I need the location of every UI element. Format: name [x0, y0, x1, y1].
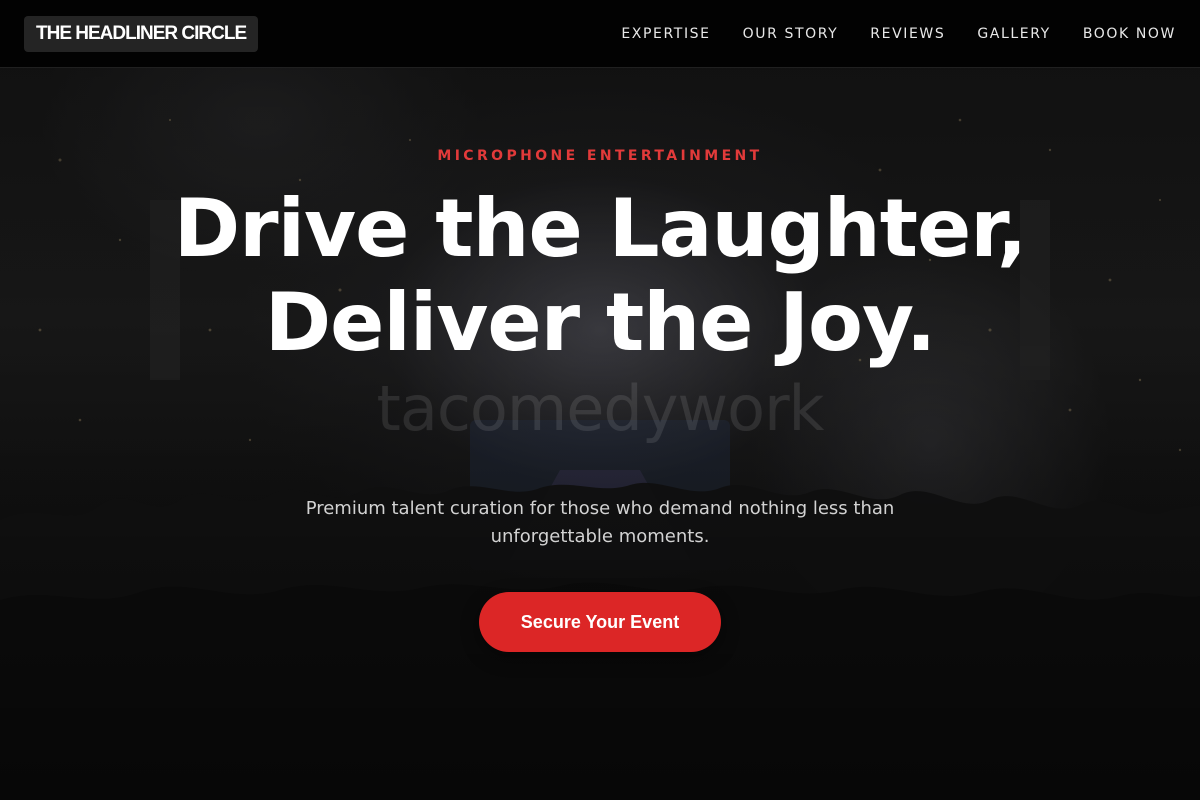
primary-nav: EXPERTISE OUR STORY REVIEWS GALLERY BOOK… — [621, 0, 1176, 68]
hero-subtitle: Premium talent curation for those who de… — [305, 498, 895, 547]
hero-eyebrow: MICROPHONE ENTERTAINMENT — [437, 148, 763, 164]
secure-your-event-button[interactable]: Secure Your Event — [479, 592, 721, 652]
nav-link-expertise[interactable]: EXPERTISE — [621, 26, 710, 42]
top-navbar: THE HEADLINER CIRCLE EXPERTISE OUR STORY… — [0, 0, 1200, 68]
nav-link-gallery[interactable]: GALLERY — [977, 26, 1050, 42]
hero-headline: Drive the Laughter, Deliver the Joy. — [173, 182, 1028, 369]
hero-section: MICROPHONE ENTERTAINMENT Drive the Laugh… — [0, 68, 1200, 800]
brand-logo[interactable]: THE HEADLINER CIRCLE — [24, 16, 259, 52]
landing-page: tacomedywork THE HEADLINER CIRCLE EXPERT… — [0, 0, 1200, 800]
nav-link-book-now[interactable]: BOOK NOW — [1083, 26, 1176, 42]
nav-link-our-story[interactable]: OUR STORY — [743, 26, 839, 42]
nav-link-reviews[interactable]: REVIEWS — [870, 26, 945, 42]
